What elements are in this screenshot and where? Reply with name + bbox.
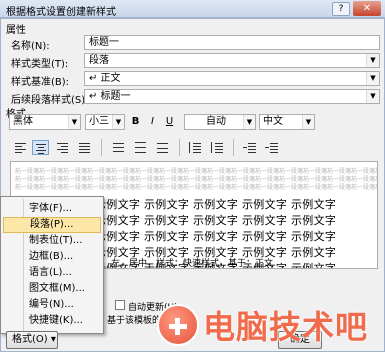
align-left-icon[interactable] [12,140,29,155]
chevron-down-icon[interactable]: ▼ [366,72,379,85]
watermark: 电脑技术吧 [155,300,385,352]
menu-item-shortcut[interactable]: 快捷键(K)... [3,313,101,329]
menu-item-border[interactable]: 边框(B)... [3,249,101,265]
auto-update-checkbox[interactable] [115,300,125,310]
menu-item-paragraph[interactable]: 段落(P)... [3,217,101,233]
format-menu: 字体(F)... 段落(P)... 制表位(T)... 边框(B)... 语言(… [0,196,104,334]
chevron-down-icon[interactable]: ▼ [112,115,124,129]
based-on-label: 样式基准(B): [11,77,70,88]
menu-item-frame[interactable]: 图文框(M)... [3,281,101,297]
line-spacing-oneandhalf-icon[interactable] [154,140,171,155]
style-type-value: 段落 [89,55,109,66]
next-style-label: 后续段落样式(S): [11,95,89,106]
menu-item-label: 边框(B)... [29,251,74,262]
line-spacing-double-icon[interactable] [132,140,149,155]
chevron-down-icon[interactable]: ▼ [366,54,379,67]
space-before-icon[interactable] [186,140,203,155]
toolbar-divider [179,139,180,156]
space-after-icon[interactable] [208,140,225,155]
size-select[interactable]: 小三 ▼ [85,114,125,130]
watermark-logo-icon [157,304,199,346]
name-field[interactable]: 标题一 [84,35,380,50]
bold-button[interactable]: B [127,114,144,130]
toolbar-divider [233,139,234,156]
justify-icon[interactable] [76,140,93,155]
close-button[interactable]: ✕ [353,1,381,16]
line-spacing-single-icon[interactable] [110,140,127,155]
menu-item-numbering[interactable]: 编号(N)... [3,297,101,313]
format-button[interactable]: 格式(O) ▾ [6,331,58,349]
properties-section-label: 属性 [6,25,26,36]
menu-item-label: 快捷键(K)... [29,315,83,326]
chevron-down-icon[interactable]: ▼ [68,115,80,129]
chevron-down-icon[interactable]: ▼ [366,90,379,103]
menu-item-label: 语言(L)... [29,267,72,278]
align-center-icon[interactable] [32,140,49,155]
title-bar: 根据格式设置创建新样式 ? ✕ [0,0,385,18]
menu-item-label: 编号(N)... [29,299,74,310]
watermark-text: 电脑技术吧 [203,308,369,346]
menu-item-font[interactable]: 字体(F)... [3,201,101,217]
language-value: 中文 [263,116,283,127]
preview-sample-line: 示例文字 示例文字 示例文字 示例文字 示例文字 [95,198,337,211]
menu-item-label: 字体(F)... [29,203,73,214]
style-description: 左，居中，样式：快速样式，基于：正文 [111,259,274,269]
based-on-value: ↵ 正文 [89,73,121,84]
underline-button[interactable]: U [161,114,178,130]
align-right-icon[interactable] [54,140,71,155]
name-label: 名称(N): [11,41,50,52]
help-button[interactable]: ? [332,2,350,16]
color-value: 自动 [206,116,226,127]
font-value: 黑体 [13,116,33,127]
chevron-down-icon[interactable]: ▼ [243,115,255,129]
decrease-indent-icon[interactable] [241,140,258,155]
font-select[interactable]: 黑体 ▼ [9,114,81,130]
size-value: 小三 [89,116,109,127]
window-title: 根据格式设置创建新样式 [6,7,116,18]
based-on-select[interactable]: ↵ 正文 ▼ [84,71,380,86]
next-style-select[interactable]: ↵ 标题一 ▼ [84,89,380,104]
style-type-select[interactable]: 段落 ▼ [84,53,380,68]
preview-sample-line: 示例文字 示例文字 示例文字 示例文字 示例文字 [95,230,337,243]
menu-item-tabs[interactable]: 制表位(T)... [3,233,101,249]
preview-sample-line: 示例文字 示例文字 示例文字 示例文字 示例文字 [95,214,337,227]
toolbar-divider [101,139,102,156]
style-type-label: 样式类型(T): [11,59,69,70]
color-select[interactable]: 自动 ▼ [184,114,256,130]
menu-item-label: 图文框(M)... [29,283,85,294]
menu-item-label: 段落(P)... [30,219,74,230]
increase-indent-icon[interactable] [263,140,280,155]
language-select[interactable]: 中文 ▼ [259,114,315,130]
menu-item-language[interactable]: 语言(L)... [3,265,101,281]
menu-item-label: 制表位(T)... [29,235,83,246]
next-style-value: ↵ 标题一 [89,91,131,102]
italic-button[interactable]: I [144,114,161,130]
preview-prev-paragraph: 前一段落前一段落前一段落前一段落前一段落前一段落前一段落前一段落前一段落前一段落… [15,184,378,191]
chevron-down-icon[interactable]: ▼ [302,115,314,129]
